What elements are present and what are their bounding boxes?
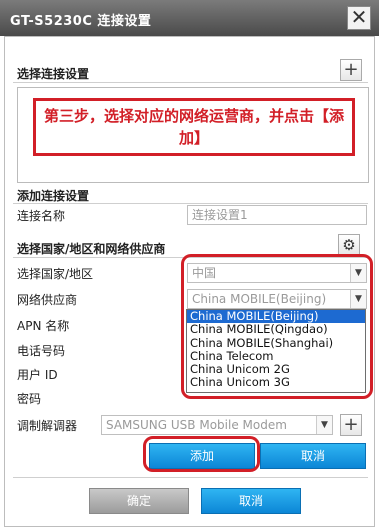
userid-label: 用户 ID	[17, 368, 58, 382]
divider	[13, 82, 368, 83]
add-modem-plus-button[interactable]: +	[340, 414, 362, 436]
section-select-connection-title: 选择连接设置	[17, 67, 90, 81]
password-label: 密码	[17, 392, 42, 406]
ok-button[interactable]: 确定	[89, 488, 189, 514]
add-connection-plus-button[interactable]: +	[340, 59, 362, 81]
divider	[13, 203, 368, 204]
apn-label: APN 名称	[17, 319, 70, 333]
gear-icon[interactable]: ⚙	[338, 234, 360, 256]
window-title: GT-S5230C 连接设置	[10, 14, 152, 29]
modem-select[interactable]: SAMSUNG USB Mobile Modem ▼	[101, 415, 333, 435]
title-bar: GT-S5230C 连接设置 ✕	[0, 0, 379, 36]
section-country-provider-title: 选择国家/地区和网络供应商	[17, 242, 166, 256]
instruction-callout: 第三步，选择对应的网络运营商，并点击【添加】	[33, 98, 355, 156]
cancel-add-button[interactable]: 取消	[260, 443, 366, 469]
section-add-connection-title: 添加连接设置	[17, 189, 90, 203]
provider-label: 网络供应商	[17, 293, 78, 307]
connection-name-input[interactable]: 连接设置1	[187, 205, 367, 225]
modem-label: 调制解调器	[17, 419, 78, 433]
chevron-down-icon: ▼	[316, 416, 332, 434]
modem-value: SAMSUNG USB Mobile Modem	[106, 418, 287, 432]
cancel-button[interactable]: 取消	[201, 488, 301, 514]
country-label: 选择国家/地区	[17, 267, 94, 281]
connection-name-label: 连接名称	[17, 209, 66, 223]
close-icon[interactable]: ✕	[347, 6, 371, 30]
highlight-add-ring	[143, 436, 260, 472]
divider	[13, 477, 368, 478]
highlight-provider-ring	[181, 254, 373, 399]
phone-label: 电话号码	[17, 344, 66, 358]
